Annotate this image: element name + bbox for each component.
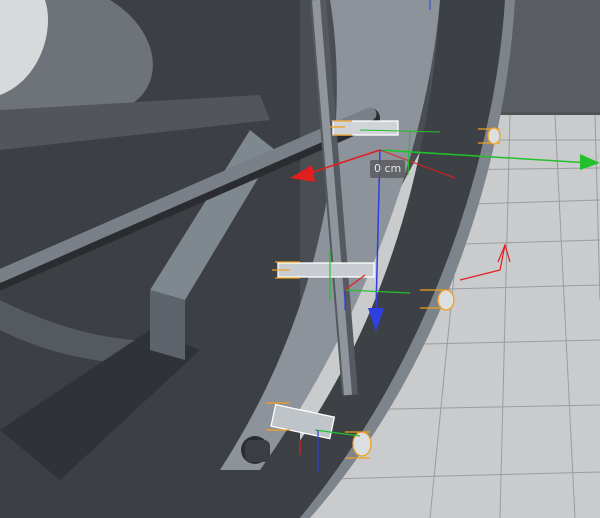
3d-viewport[interactable]: 0 cm: [0, 0, 600, 518]
bracket-side: [150, 290, 185, 360]
peg-body: [245, 440, 270, 462]
back-wall-panel: [500, 0, 600, 112]
viewport-scene[interactable]: [0, 0, 600, 518]
coordinate-readout: 0 cm: [370, 160, 406, 178]
